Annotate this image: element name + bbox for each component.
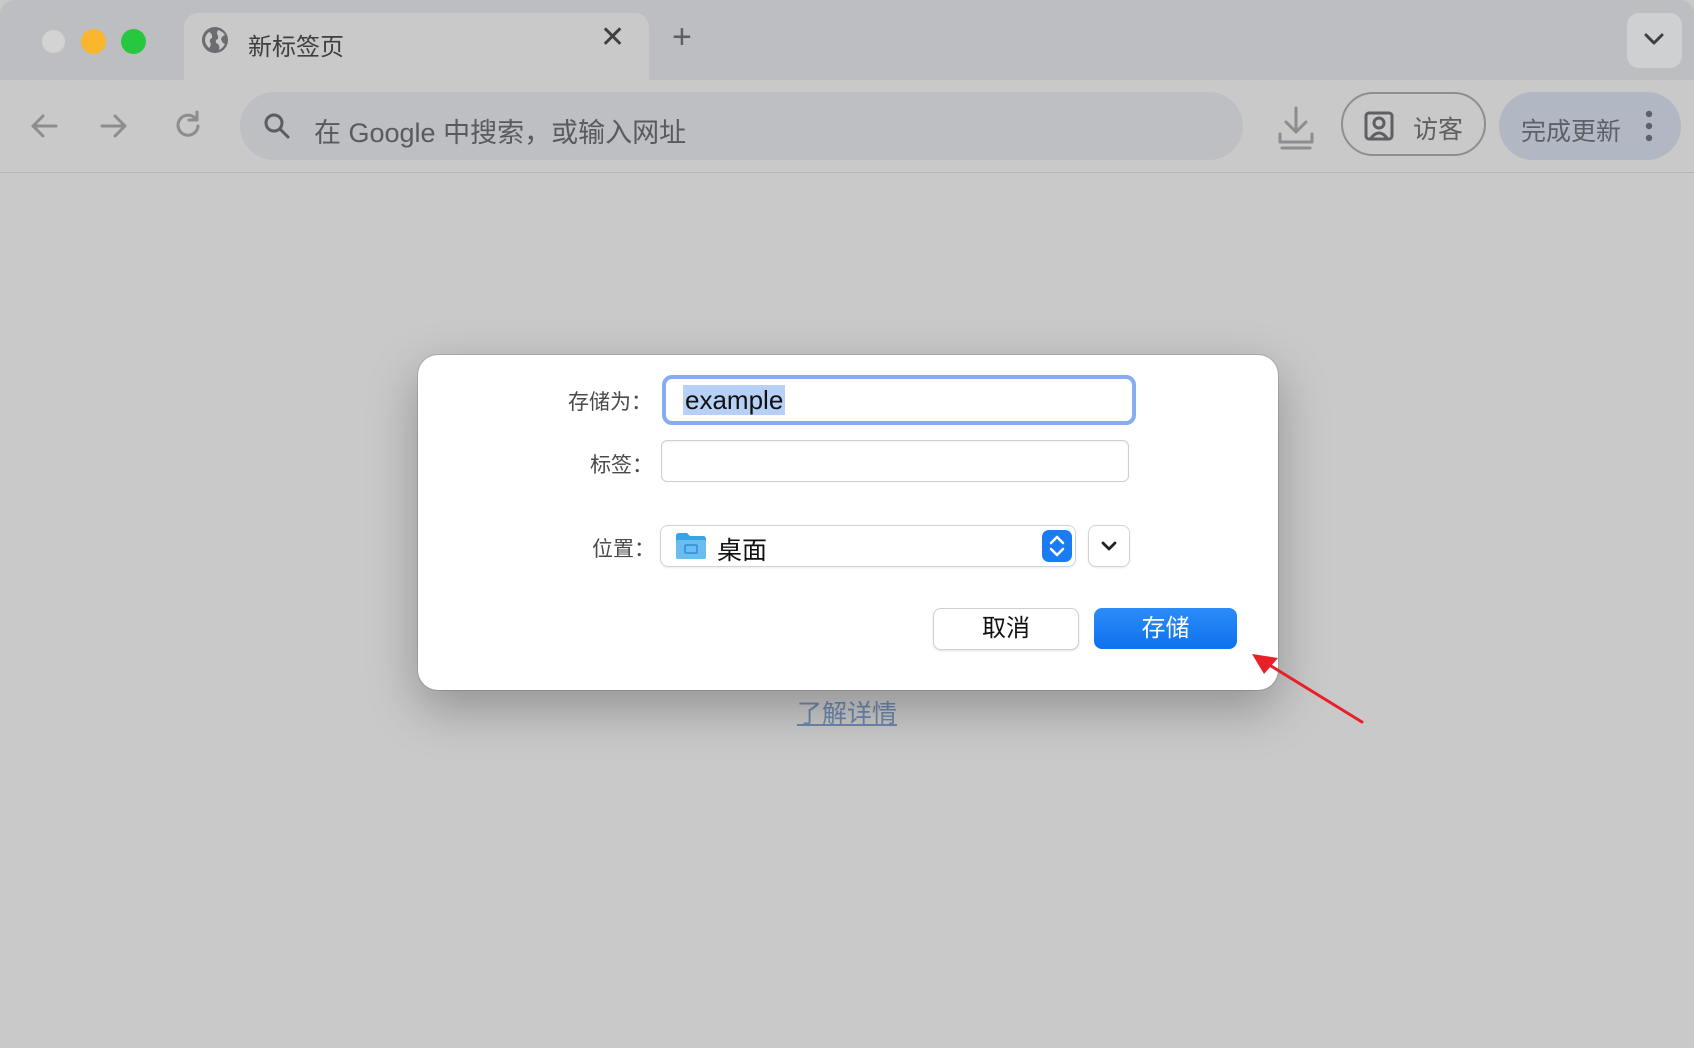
learn-more-link[interactable]: 了解详情 bbox=[797, 694, 897, 730]
browser-window: 新标签页 ✕ + 在 Google 中搜索，或输入网址 访客 完成更新 了解详情… bbox=[0, 0, 1694, 1048]
tab-title: 新标签页 bbox=[248, 34, 344, 61]
guest-label: 访客 bbox=[1413, 116, 1464, 144]
folder-icon bbox=[676, 533, 706, 559]
address-bar[interactable]: 在 Google 中搜索，或输入网址 bbox=[240, 92, 1243, 160]
globe-icon bbox=[202, 27, 228, 53]
finish-update-label: 完成更新 bbox=[1521, 118, 1622, 146]
profile-icon bbox=[1364, 111, 1394, 141]
location-select[interactable]: 桌面 bbox=[660, 525, 1076, 567]
chevron-down-icon bbox=[1644, 33, 1664, 45]
save-as-field[interactable]: example bbox=[662, 375, 1136, 425]
toolbar: 在 Google 中搜索，或输入网址 访客 完成更新 bbox=[0, 80, 1694, 173]
tab-close-icon[interactable]: ✕ bbox=[600, 23, 625, 53]
annotation-arrow-icon bbox=[1252, 654, 1364, 724]
window-maximize-button[interactable] bbox=[121, 29, 146, 54]
tab-new-tab[interactable]: 新标签页 ✕ bbox=[184, 13, 649, 80]
tab-strip: 新标签页 ✕ + bbox=[0, 0, 1694, 80]
address-bar-placeholder: 在 Google 中搜索，或输入网址 bbox=[314, 118, 687, 148]
tab-search-button[interactable] bbox=[1627, 13, 1682, 68]
save-as-label: 存储为： bbox=[568, 391, 652, 414]
expand-dialog-button[interactable] bbox=[1088, 525, 1130, 567]
updown-chevron-icon bbox=[1042, 530, 1072, 562]
back-icon[interactable] bbox=[26, 108, 62, 144]
window-close-button[interactable] bbox=[41, 29, 66, 54]
chevron-down-icon bbox=[1101, 541, 1117, 551]
tags-field[interactable] bbox=[661, 440, 1129, 482]
search-icon bbox=[264, 113, 290, 139]
finish-update-button[interactable]: 完成更新 bbox=[1499, 92, 1681, 160]
save-as-value: example bbox=[683, 385, 786, 415]
guest-profile-button[interactable]: 访客 bbox=[1341, 92, 1486, 156]
tags-label: 标签： bbox=[590, 454, 653, 477]
window-minimize-button[interactable] bbox=[81, 29, 106, 54]
forward-icon[interactable] bbox=[96, 108, 132, 144]
location-label: 位置： bbox=[592, 538, 655, 561]
new-tab-button[interactable]: + bbox=[672, 20, 692, 54]
cancel-button[interactable]: 取消 bbox=[933, 608, 1079, 650]
save-dialog: 存储为： example 标签： 位置： 桌面 取消 存储 bbox=[418, 355, 1278, 690]
reload-icon[interactable] bbox=[170, 108, 206, 144]
location-value: 桌面 bbox=[717, 537, 768, 565]
download-icon[interactable] bbox=[1276, 104, 1316, 150]
more-vertical-icon[interactable] bbox=[1645, 110, 1653, 142]
save-button[interactable]: 存储 bbox=[1094, 608, 1237, 649]
